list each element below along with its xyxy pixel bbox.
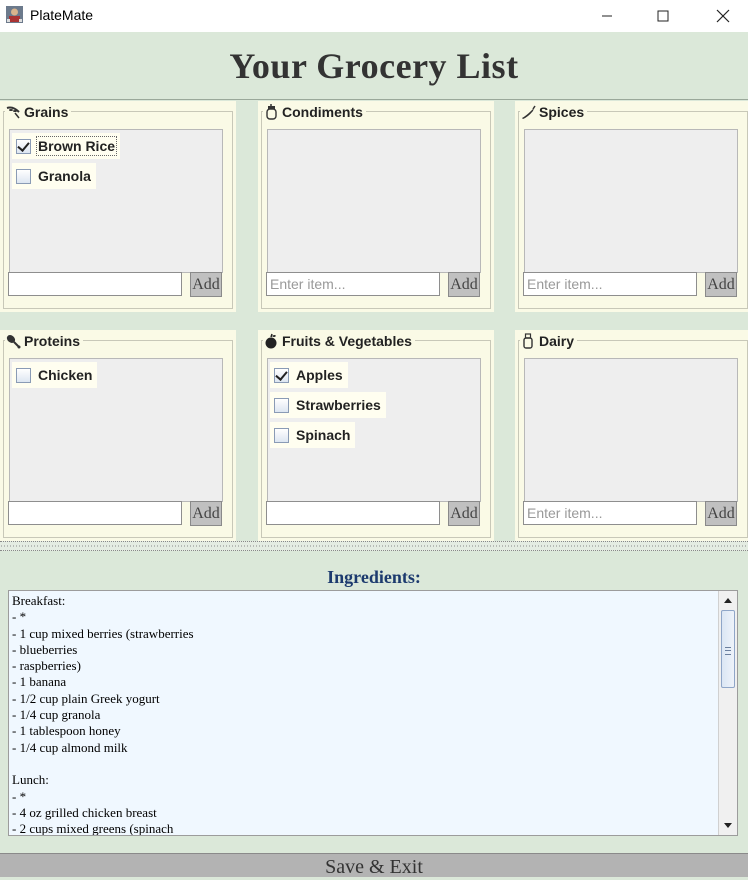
add-item-button[interactable]: Add	[448, 272, 480, 297]
ingredients-text-area[interactable]: Breakfast: - * - 1 cup mixed berries (stra…	[8, 590, 738, 836]
item-label: Strawberries	[296, 397, 381, 413]
new-item-input[interactable]: Enter item...	[523, 272, 697, 296]
item-label: Chicken	[38, 367, 93, 383]
ingredient-line: - 1/4 cup almond milk	[12, 739, 128, 755]
window-title-bar: PlateMate	[0, 0, 748, 32]
list-item-brown-rice[interactable]: Brown Rice	[12, 133, 121, 159]
new-item-input[interactable]: Enter item...	[266, 272, 440, 296]
category-panel-dairy: Dairy Enter item... Add	[515, 330, 748, 541]
ingredients-scrollbar[interactable]	[718, 591, 737, 835]
drumstick-icon	[5, 333, 21, 349]
new-item-input[interactable]	[8, 272, 182, 296]
add-item-button[interactable]: Add	[448, 501, 480, 526]
milk-bottle-icon	[520, 333, 536, 349]
category-header: Condiments	[263, 103, 366, 121]
ingredient-line: - 1 banana	[12, 674, 67, 690]
category-panel-fruits-vegetables: Fruits & Vegetables Apples Strawberries …	[258, 330, 494, 541]
add-item-button[interactable]: Add	[190, 272, 222, 297]
item-list	[524, 129, 738, 273]
category-panel-proteins: Proteins Chicken Add	[0, 330, 236, 541]
item-list	[267, 129, 481, 273]
ingredients-heading: Ingredients:	[327, 567, 421, 587]
splitter-grip[interactable]	[0, 545, 748, 547]
ingredient-line: Breakfast:	[12, 593, 66, 608]
minimize-icon	[602, 15, 612, 17]
condiment-jar-icon	[263, 104, 279, 120]
grain-icon	[5, 104, 21, 120]
pepper-icon	[520, 104, 536, 120]
category-panel-grains: Grains Brown Rice Granola Add	[0, 101, 236, 312]
arrow-up-icon	[724, 598, 732, 603]
new-item-input[interactable]	[266, 501, 440, 525]
category-panel-condiments: Condiments Enter item... Add	[258, 101, 494, 312]
item-checkbox[interactable]	[16, 367, 31, 383]
grip-icon	[725, 647, 731, 655]
apple-icon	[263, 333, 279, 349]
ingredient-line: - 1/4 cup granola	[12, 707, 101, 723]
scroll-down-button[interactable]	[719, 817, 737, 835]
list-item-strawberries[interactable]: Strawberries	[270, 392, 386, 418]
list-item-spinach[interactable]: Spinach	[270, 422, 356, 448]
add-item-button[interactable]: Add	[705, 501, 737, 526]
app-logo-icon	[5, 5, 24, 24]
close-button[interactable]	[701, 0, 745, 32]
list-item-chicken[interactable]: Chicken	[12, 362, 98, 388]
ingredients-text[interactable]: Breakfast: - * - 1 cup mixed berries (stra…	[12, 593, 712, 836]
page-title: Your Grocery List	[229, 46, 519, 86]
item-label: Brown Rice	[35, 136, 118, 156]
category-title: Condiments	[282, 104, 363, 120]
ingredient-line: Lunch:	[12, 772, 49, 788]
new-item-input[interactable]: Enter item...	[523, 501, 697, 525]
new-item-input[interactable]	[8, 501, 182, 525]
scroll-thumb[interactable]	[721, 610, 735, 688]
item-list: Brown Rice Granola	[9, 129, 223, 273]
category-title: Spices	[539, 104, 585, 120]
ingredient-line: - 2 cups mixed greens (spinach	[12, 821, 174, 836]
category-title: Proteins	[24, 333, 81, 349]
minimize-button[interactable]	[585, 0, 629, 32]
item-checkbox[interactable]	[274, 367, 289, 383]
category-header: Dairy	[520, 332, 578, 350]
list-item-apples[interactable]: Apples	[270, 362, 348, 388]
item-checkbox[interactable]	[274, 397, 289, 413]
category-header: Spices	[520, 103, 588, 121]
item-label: Granola	[38, 168, 91, 184]
ingredient-line	[12, 756, 712, 772]
item-checkbox[interactable]	[16, 168, 31, 184]
scroll-up-button[interactable]	[719, 591, 737, 609]
ingredient-line: - *	[12, 609, 27, 625]
ingredient-line: - *	[12, 788, 27, 804]
ingredient-line: - blueberries	[12, 641, 78, 657]
header-divider	[0, 99, 748, 100]
ingredient-line: - 1 tablespoon honey	[12, 723, 121, 739]
category-title: Dairy	[539, 333, 575, 349]
arrow-down-icon	[724, 823, 732, 828]
item-checkbox[interactable]	[16, 138, 31, 154]
maximize-icon	[657, 10, 669, 22]
maximize-button[interactable]	[641, 0, 685, 32]
ingredient-line: - 1 cup mixed berries (strawberries	[12, 625, 194, 641]
add-item-button[interactable]: Add	[705, 272, 737, 297]
category-panel-spices: Spices Enter item... Add	[515, 101, 748, 312]
close-icon	[716, 9, 730, 23]
save-exit-button[interactable]: Save & Exit	[0, 853, 748, 878]
category-title: Grains	[24, 104, 69, 120]
category-header: Fruits & Vegetables	[263, 332, 415, 350]
category-header: Proteins	[5, 332, 84, 350]
ingredient-line: - 1/2 cup plain Greek yogurt	[12, 690, 160, 706]
item-label: Apples	[296, 367, 343, 383]
item-list	[524, 358, 738, 502]
item-list: Chicken	[9, 358, 223, 502]
ingredient-line: - raspberries)	[12, 658, 81, 674]
item-checkbox[interactable]	[274, 427, 289, 443]
add-item-button[interactable]: Add	[190, 501, 222, 526]
item-label: Spinach	[296, 427, 351, 443]
ingredient-line: - 4 oz grilled chicken breast	[12, 804, 157, 820]
window-title: PlateMate	[30, 7, 94, 23]
list-item-granola[interactable]: Granola	[12, 163, 96, 189]
category-header: Grains	[5, 103, 72, 121]
item-list: Apples Strawberries Spinach	[267, 358, 481, 502]
category-title: Fruits & Vegetables	[282, 333, 412, 349]
